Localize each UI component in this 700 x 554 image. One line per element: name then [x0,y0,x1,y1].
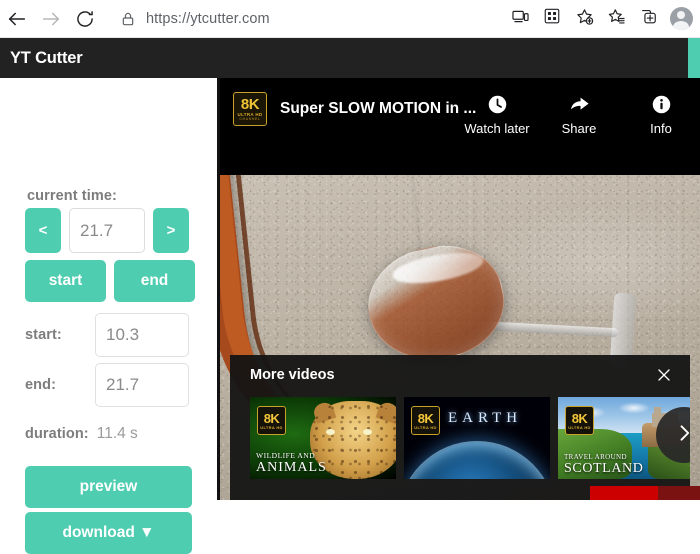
badge-line-3: CHANNEL [239,117,261,121]
video-progress-bar[interactable] [590,486,700,500]
back-arrow-icon [6,8,28,30]
caption-line-1: WILDLIFE AND [256,451,316,460]
set-start-button[interactable]: start [25,260,106,302]
caption-line-2: ANIMALS [256,460,327,475]
cast-device-icon [511,7,530,31]
end-field-row: end: [25,363,189,407]
collections-grid-icon [543,7,561,30]
video-player[interactable]: 8K ULTRA HD CHANNEL Super SLOW MOTION in… [220,78,700,500]
thumbnail-caption: EARTH [448,410,523,426]
share-label: Share [561,121,597,136]
video-top-bar: 8K ULTRA HD CHANNEL Super SLOW MOTION in… [220,78,700,175]
more-videos-title: More videos [250,367,335,383]
collections-button[interactable] [536,3,568,35]
favorites-list-icon [607,7,626,31]
back-button[interactable] [0,2,34,36]
set-points-row: start end [25,260,195,302]
add-favorite-button[interactable] [568,3,600,35]
thumbnail-earth[interactable]: 8K ULTRA HD EARTH [404,397,550,479]
current-time-row: < > [25,208,189,253]
info-icon [651,91,672,117]
start-field-row: start: [25,313,189,357]
badge-line-1: 8K [240,95,260,113]
watch-later-label: Watch later [464,121,530,136]
share-arrow-icon [568,91,591,117]
set-end-button[interactable]: end [114,260,195,302]
more-videos-strip: 8K ULTRA HD WILDLIFE AND ANIMALS 8K ULTR… [250,397,690,479]
address-bar[interactable]: https://ytcutter.com [110,4,498,33]
app-body: current time: < > start end start: end: … [0,78,700,554]
info-label: Info [650,121,672,136]
badge-line-2: ULTRA HD [568,424,591,430]
video-progress-fill [590,486,659,500]
badge-line-1: 8K [417,410,434,426]
controls-panel: current time: < > start end start: end: … [0,78,217,554]
reload-icon [75,9,95,29]
badge-line-1: 8K [571,410,588,426]
forward-arrow-icon [40,8,62,30]
watch-later-button[interactable]: Watch later [464,91,530,136]
start-label: start: [25,327,62,343]
more-videos-panel: More videos 8K ULTRA HD WILDLIFE AND ANI… [230,355,690,500]
badge-line-2: ULTRA HD [414,424,437,430]
close-more-videos-button[interactable] [652,365,676,389]
url-text: https://ytcutter.com [146,10,270,27]
thumbnail-wildlife[interactable]: 8K ULTRA HD WILDLIFE AND ANIMALS [250,397,396,479]
reload-button[interactable] [68,2,102,36]
end-label: end: [25,377,57,393]
caption-line-2: SCOTLAND [564,461,644,476]
download-button[interactable]: download ▼ [25,512,192,554]
thumbnail-badge-8k: 8K ULTRA HD [411,406,440,435]
browser-toolbar: https://ytcutter.com [0,0,700,38]
browser-actions [504,2,700,36]
chevron-right-icon [674,423,690,448]
caption-line-1: TRAVEL AROUND [564,453,627,461]
favorites-list-button[interactable] [600,3,632,35]
current-time-label: current time: [27,188,117,204]
info-button[interactable]: Info [630,91,692,136]
thumbnail-caption: TRAVEL AROUND SCOTLAND [564,453,643,477]
badge-line-1: 8K [263,410,280,426]
duration-value: 11.4 s [96,425,138,442]
lock-icon [120,11,136,27]
video-actions: Watch later Share Info [464,91,692,136]
cast-device-button[interactable] [504,3,536,35]
clock-icon [487,91,508,117]
share-button[interactable]: Share [548,91,610,136]
badge-line-2: ULTRA HD [260,424,283,430]
add-tab-group-button[interactable] [632,3,664,35]
preview-button[interactable]: preview [25,466,192,508]
thumbnail-badge-8k: 8K ULTRA HD [565,406,594,435]
page-title: YT Cutter [10,48,83,67]
video-title[interactable]: Super SLOW MOTION in ... [280,100,476,118]
thumbnail-caption: WILDLIFE AND ANIMALS [256,451,327,476]
duration-label: duration: [25,426,89,442]
current-time-input[interactable] [69,208,145,253]
app-header: YT Cutter [0,38,700,78]
header-accent-strip [688,38,700,78]
thumbnail-badge-8k: 8K ULTRA HD [257,406,286,435]
avatar [669,7,693,30]
add-favorite-star-icon [575,7,594,31]
leopard-eyes [326,429,372,437]
step-back-button[interactable]: < [25,208,61,253]
channel-badge-8k: 8K ULTRA HD CHANNEL [233,92,267,126]
close-icon [656,367,672,388]
end-input[interactable] [95,363,189,407]
start-input[interactable] [95,313,189,357]
step-forward-button[interactable]: > [153,208,189,253]
add-tab-group-icon [639,7,658,31]
profile-button[interactable] [664,2,698,36]
forward-button[interactable] [34,2,68,36]
duration-row: duration: 11.4 s [25,425,138,443]
